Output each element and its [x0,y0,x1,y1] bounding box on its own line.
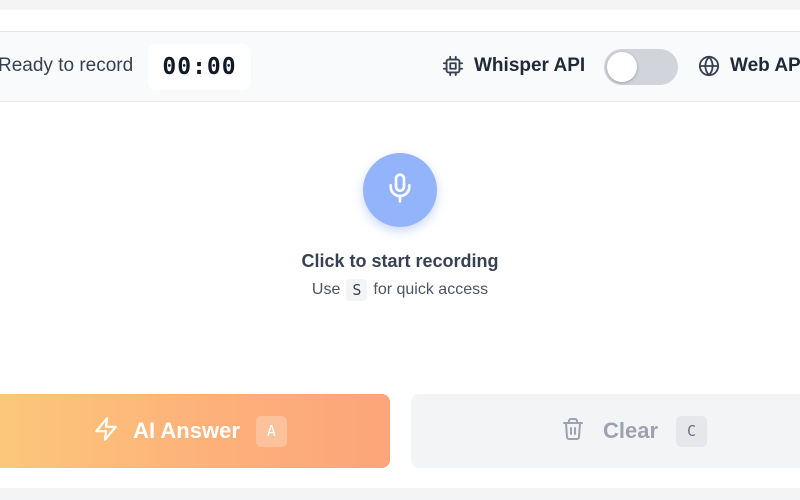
record-button[interactable] [363,153,437,227]
status-text: Ready to record [0,55,134,76]
clear-button-content: Clear C [561,394,708,468]
chip-icon [442,55,464,77]
web-api-label: Web API [730,55,800,76]
microphone-icon [384,172,416,209]
ai-answer-label: AI Answer [133,418,240,443]
clear-shortcut-key: C [676,415,708,447]
ai-answer-shortcut-key: A [255,415,287,447]
web-api-option[interactable]: Web API [698,55,800,77]
timer-display: 00:00 [148,44,251,90]
api-toggle[interactable] [604,49,678,85]
hint-prefix: Use [311,281,341,298]
record-prompt-hint: Use S for quick access [0,279,800,301]
record-prompt-title: Click to start recording [301,251,499,271]
clear-button[interactable]: Clear C [411,394,800,468]
top-strip [0,10,800,31]
lightning-icon [93,416,119,447]
trash-icon [561,417,585,446]
record-shortcut-key: S [346,279,368,301]
toggle-knob [607,52,637,82]
ai-answer-button[interactable]: AI Answer A [0,394,390,468]
recorder-toolbar: Ready to record 00:00 Whisper API Web AP… [0,32,800,102]
recorder-card: Ready to record 00:00 Whisper API Web AP… [0,31,800,488]
whisper-api-label: Whisper API [474,55,586,76]
globe-icon [698,55,720,77]
whisper-api-option[interactable]: Whisper API [442,55,585,77]
hint-suffix: for quick access [373,281,489,298]
clear-label: Clear [603,418,659,443]
